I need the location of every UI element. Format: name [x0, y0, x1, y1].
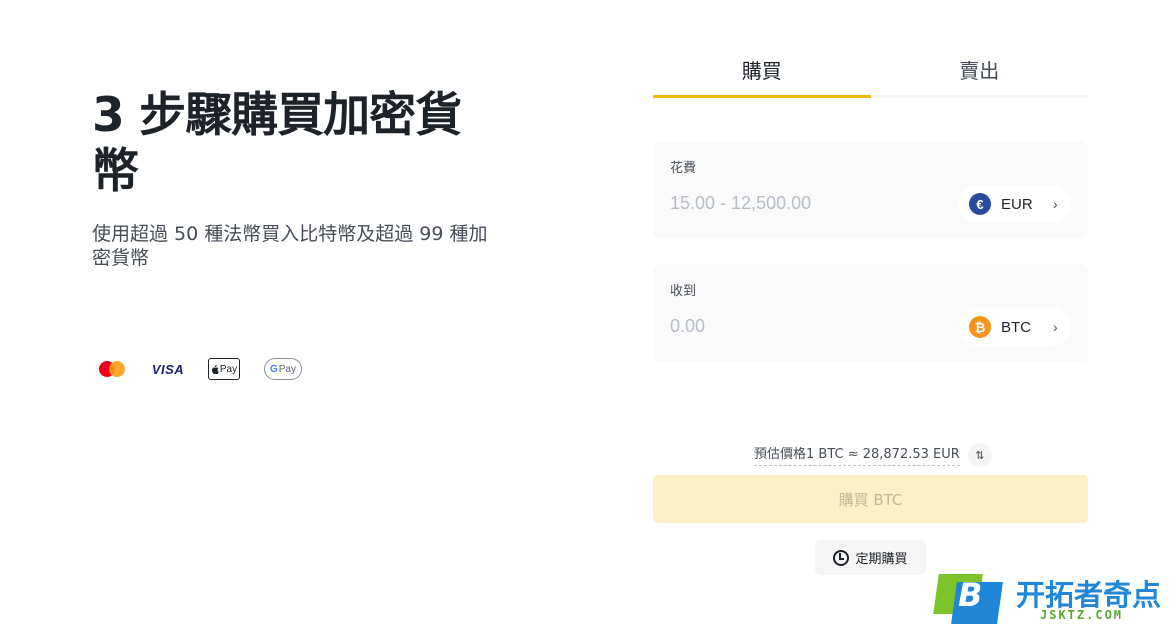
- google-pay-icon: G Pay: [264, 358, 302, 380]
- trade-tabs: 購買 賣出: [653, 56, 1088, 98]
- spend-field: 花費 € EUR ›: [653, 141, 1088, 239]
- chevron-right-icon: ›: [1053, 319, 1058, 335]
- recurring-buy-label: 定期購買: [855, 552, 908, 567]
- page-subtitle: 使用超過 50 種法幣買入比特幣及超過 99 種加密貨幣: [92, 223, 488, 269]
- tab-buy[interactable]: 購買: [653, 56, 871, 98]
- spend-currency-code: EUR: [1001, 195, 1033, 213]
- swap-icon[interactable]: ⇅: [967, 443, 992, 467]
- visa-icon: VISA: [151, 361, 185, 377]
- recurring-clock-icon: [833, 549, 850, 566]
- buy-button[interactable]: 購買 BTC: [653, 475, 1088, 523]
- tab-sell[interactable]: 賣出: [871, 56, 1089, 95]
- receive-amount-input[interactable]: [670, 316, 930, 337]
- spend-currency-selector[interactable]: € EUR ›: [959, 185, 1071, 223]
- bitcoin-coin-icon: ₿: [969, 316, 991, 338]
- euro-coin-icon: €: [969, 193, 991, 215]
- page-title: 3 步驟購買加密貨幣: [92, 88, 462, 199]
- mastercard-icon: [96, 357, 128, 381]
- receive-field: 收到 ₿ BTC ›: [653, 264, 1088, 362]
- chevron-right-icon: ›: [1053, 196, 1058, 212]
- recurring-buy-button[interactable]: 定期購買: [815, 540, 926, 575]
- spend-label: 花費: [670, 161, 697, 176]
- receive-currency-code: BTC: [1001, 318, 1031, 336]
- apple-pay-icon: Pay: [208, 358, 240, 380]
- watermark-logo-icon: B: [933, 574, 1003, 624]
- payment-methods: VISA Pay G Pay: [96, 357, 326, 381]
- estimated-price[interactable]: 預估價格1 BTC ≈ 28,872.53 EUR: [754, 445, 960, 466]
- spend-amount-input[interactable]: [670, 193, 930, 214]
- watermark-url: JSKTZ.COM: [1040, 608, 1124, 622]
- receive-currency-selector[interactable]: ₿ BTC ›: [959, 308, 1071, 346]
- rate-row: 預估價格1 BTC ≈ 28,872.53 EUR ⇅: [754, 443, 992, 467]
- receive-label: 收到: [670, 284, 697, 299]
- watermark: B 开拓者奇点 JSKTZ.COM: [933, 570, 1168, 626]
